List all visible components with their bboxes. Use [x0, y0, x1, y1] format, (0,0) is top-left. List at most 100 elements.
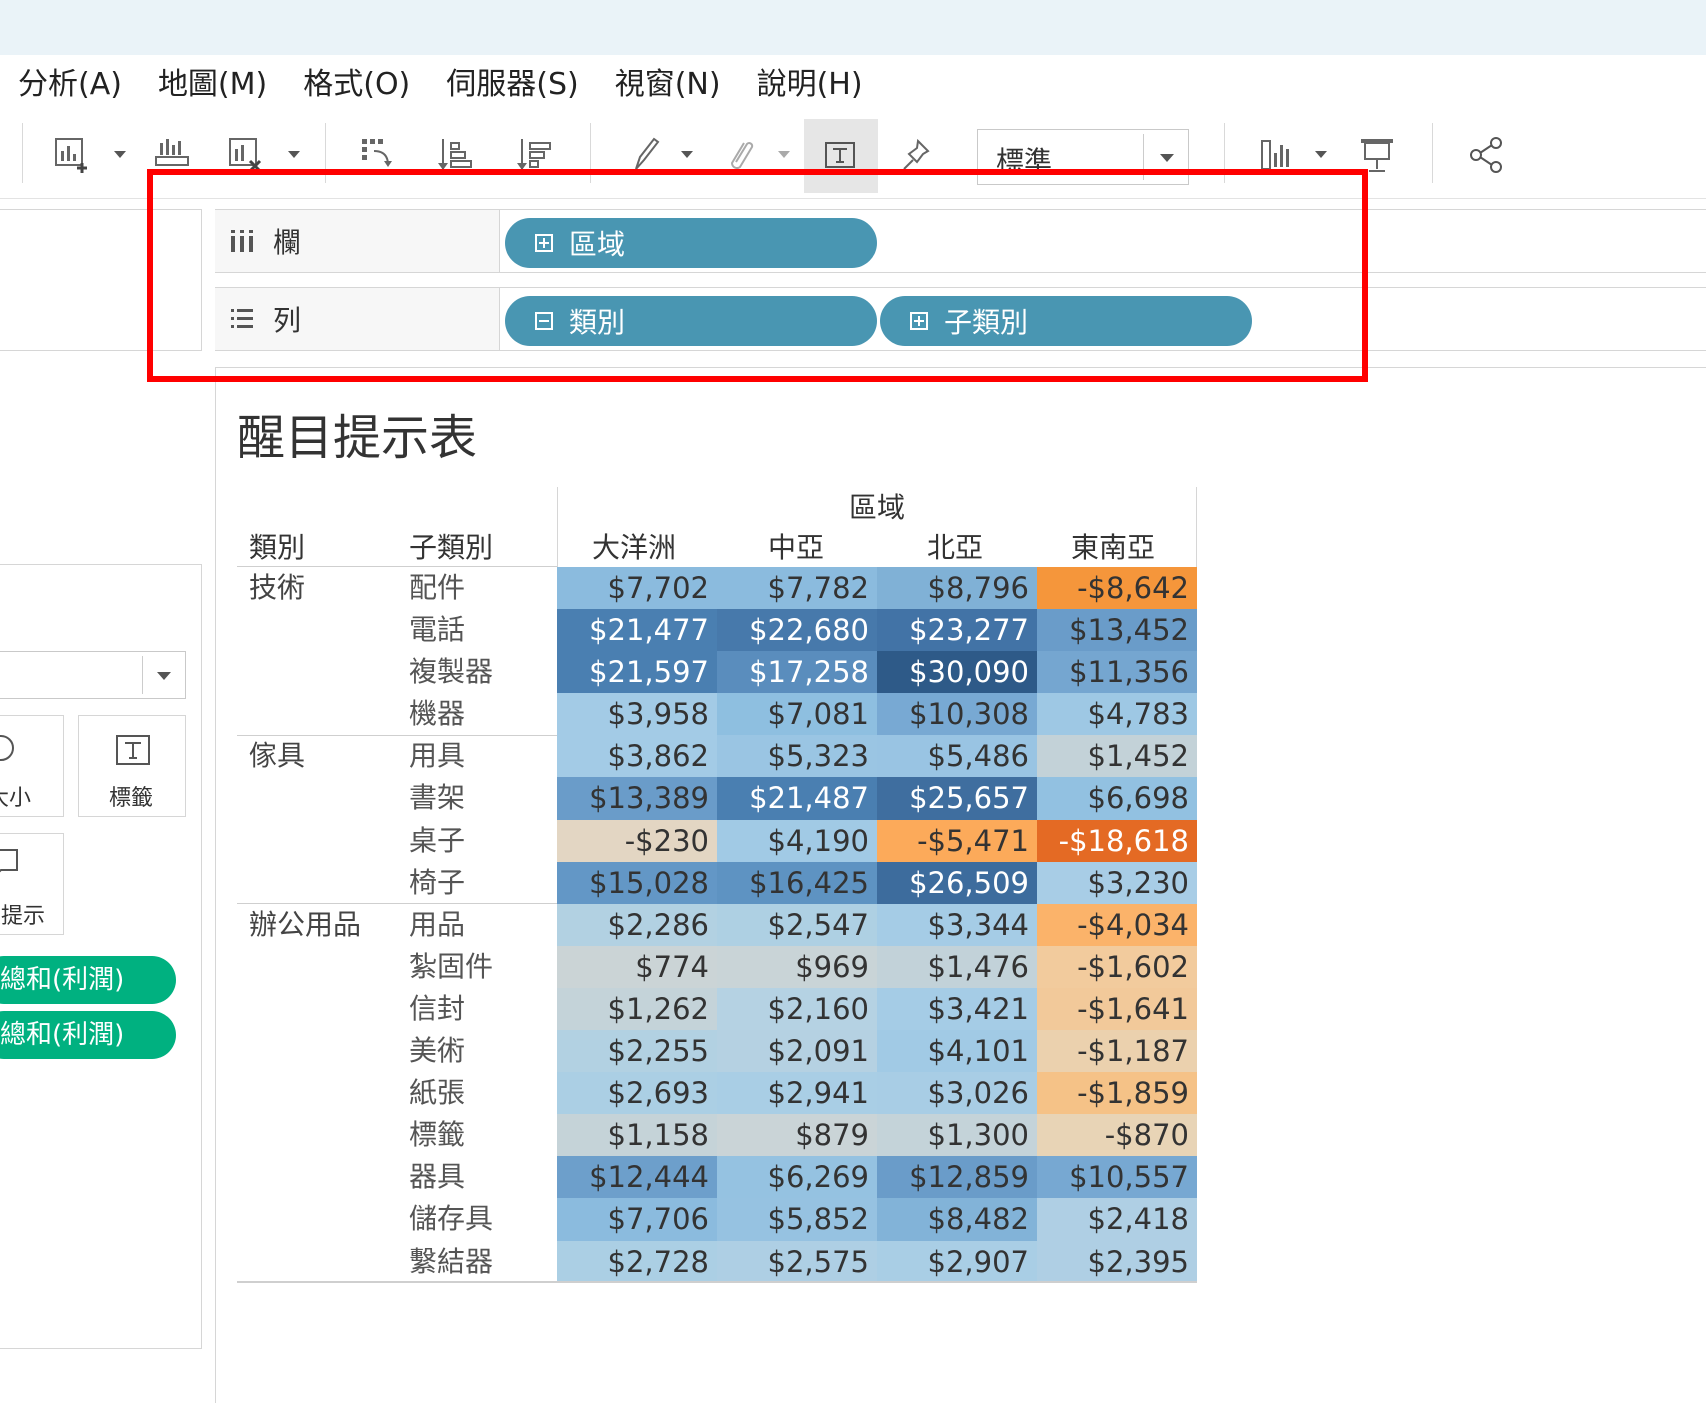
- table-cell[interactable]: $23,277: [877, 609, 1037, 652]
- table-cell[interactable]: $10,308: [877, 693, 1037, 736]
- table-cell[interactable]: $13,452: [1037, 609, 1197, 652]
- table-cell[interactable]: -$1,602: [1037, 945, 1197, 988]
- row-labels: 技術 配件 電話 複製器 機器 傢具 用具 書架 桌子 椅子 辦公用品 用品 紮固件 信封 美術 紙張 標籤 器具…: [237, 567, 557, 1283]
- marks-size-button[interactable]: 大小: [0, 715, 64, 817]
- table-cell[interactable]: $1,476: [877, 945, 1037, 988]
- table-cell[interactable]: $15,028: [557, 861, 717, 904]
- table-cell[interactable]: $16,425: [717, 861, 877, 904]
- table-cell[interactable]: $2,728: [557, 1240, 717, 1283]
- table-cell[interactable]: -$230: [557, 819, 717, 862]
- table-cell[interactable]: -$1,187: [1037, 1030, 1197, 1073]
- share-icon[interactable]: [1464, 133, 1508, 177]
- table-cell[interactable]: $774: [557, 945, 717, 988]
- menu-format[interactable]: 格式(O): [303, 59, 410, 103]
- subcategory-header: 子類別: [409, 531, 494, 564]
- table-cell[interactable]: $2,091: [717, 1030, 877, 1073]
- table-cell[interactable]: $5,486: [877, 735, 1037, 778]
- table-cell[interactable]: $21,487: [717, 777, 877, 820]
- table-cell[interactable]: -$1,641: [1037, 987, 1197, 1031]
- table-cell[interactable]: $25,657: [877, 777, 1037, 820]
- table-cell[interactable]: $1,262: [557, 987, 717, 1031]
- table-cell[interactable]: $8,482: [877, 1198, 1037, 1241]
- table-cell[interactable]: $3,421: [877, 987, 1037, 1031]
- table-cell[interactable]: $2,286: [557, 903, 717, 946]
- table-cell[interactable]: $6,698: [1037, 777, 1197, 820]
- table-cell[interactable]: $2,395: [1037, 1240, 1197, 1283]
- table-cell[interactable]: $969: [717, 945, 877, 988]
- table-cell[interactable]: $7,782: [717, 567, 877, 610]
- table-cell[interactable]: $22,680: [717, 609, 877, 652]
- chevron-down-icon[interactable]: [1160, 154, 1174, 162]
- table-cell[interactable]: $12,444: [557, 1156, 717, 1199]
- table-cell[interactable]: $3,862: [557, 735, 717, 778]
- table-cell[interactable]: $879: [717, 1114, 877, 1157]
- table-row: $2,255 $2,091 $4,101 -$1,187: [557, 1030, 1197, 1073]
- table-cell[interactable]: $3,958: [557, 693, 717, 736]
- clear-dropdown-icon[interactable]: [288, 151, 300, 158]
- menu-map[interactable]: 地圖(M): [158, 59, 267, 103]
- table-cell[interactable]: -$870: [1037, 1114, 1197, 1157]
- marks-tooltip-button[interactable]: 工具提示: [0, 833, 64, 935]
- table-cell[interactable]: $7,081: [717, 693, 877, 736]
- table-cell[interactable]: $2,255: [557, 1030, 717, 1073]
- table-cell[interactable]: $4,190: [717, 819, 877, 862]
- menu-help[interactable]: 說明(H): [757, 59, 863, 103]
- table-cell[interactable]: $2,575: [717, 1240, 877, 1283]
- table-cell[interactable]: $21,477: [557, 609, 717, 652]
- table-cell[interactable]: $7,702: [557, 567, 717, 610]
- menu-window[interactable]: 視窗(N): [615, 59, 721, 103]
- measure-pill[interactable]: 總和(利潤): [0, 956, 176, 1004]
- row-header: 紮固件: [237, 946, 557, 988]
- measure-pill[interactable]: 總和(利潤): [0, 1011, 176, 1059]
- table-cell[interactable]: $1,158: [557, 1114, 717, 1157]
- table-cell[interactable]: -$1,859: [1037, 1072, 1197, 1115]
- new-worksheet-icon[interactable]: [50, 133, 94, 177]
- highlight-dropdown-icon[interactable]: [681, 151, 693, 158]
- table-cell[interactable]: $2,693: [557, 1072, 717, 1115]
- table-cell[interactable]: $2,941: [717, 1072, 877, 1115]
- table-cell[interactable]: -$8,642: [1037, 567, 1197, 610]
- menu-server[interactable]: 伺服器(S): [446, 59, 578, 103]
- mark-type-select[interactable]: [0, 651, 186, 699]
- group-dropdown-icon[interactable]: [778, 151, 790, 158]
- table-cell[interactable]: $2,547: [717, 903, 877, 946]
- table-cell[interactable]: -$4,034: [1037, 903, 1197, 946]
- table-cell[interactable]: $12,859: [877, 1156, 1037, 1199]
- table-cell[interactable]: $5,323: [717, 735, 877, 778]
- table-cell[interactable]: $1,300: [877, 1114, 1037, 1157]
- table-cell[interactable]: $1,452: [1037, 735, 1197, 778]
- table-cell[interactable]: $2,160: [717, 987, 877, 1031]
- table-cell[interactable]: -$5,471: [877, 819, 1037, 862]
- menu-analysis[interactable]: 分析(A): [18, 59, 122, 103]
- table-cell[interactable]: $21,597: [557, 651, 717, 694]
- table-cell[interactable]: $11,356: [1037, 651, 1197, 694]
- title-bar: [0, 0, 1706, 55]
- table-cell[interactable]: $26,509: [877, 861, 1037, 904]
- table-cell[interactable]: $2,907: [877, 1240, 1037, 1283]
- table-cell[interactable]: $7,706: [557, 1198, 717, 1241]
- marks-label-button[interactable]: 標籤: [78, 715, 186, 817]
- subcategory-label: 配件: [409, 571, 466, 604]
- subcategory-label: 書架: [409, 781, 466, 815]
- table-cell[interactable]: -$18,618: [1037, 819, 1197, 862]
- table-cell[interactable]: $4,101: [877, 1030, 1037, 1073]
- table-cell[interactable]: $5,852: [717, 1198, 877, 1241]
- table-cell[interactable]: $2,418: [1037, 1198, 1197, 1241]
- table-cell[interactable]: $3,344: [877, 903, 1037, 946]
- table-cell[interactable]: $10,557: [1037, 1156, 1197, 1199]
- show-cards-dropdown-icon[interactable]: [1315, 151, 1327, 158]
- new-worksheet-dropdown-icon[interactable]: [114, 151, 126, 158]
- highlight-annotation: [147, 169, 1368, 382]
- chevron-down-icon[interactable]: [157, 672, 171, 680]
- region-col-oceania: 大洋洲: [592, 531, 677, 564]
- table-cell[interactable]: $3,026: [877, 1072, 1037, 1115]
- table-row: $1,262 $2,160 $3,421 -$1,641: [557, 987, 1197, 1031]
- table-cell[interactable]: $13,389: [557, 777, 717, 820]
- table-cell[interactable]: $17,258: [717, 651, 877, 694]
- table-cell[interactable]: $3,230: [1037, 861, 1197, 904]
- table-cell[interactable]: $6,269: [717, 1156, 877, 1199]
- table-cell[interactable]: $8,796: [877, 567, 1037, 610]
- table-cell[interactable]: $4,783: [1037, 693, 1197, 736]
- table-cell[interactable]: $30,090: [877, 651, 1037, 694]
- mark-type-divider: [142, 656, 143, 694]
